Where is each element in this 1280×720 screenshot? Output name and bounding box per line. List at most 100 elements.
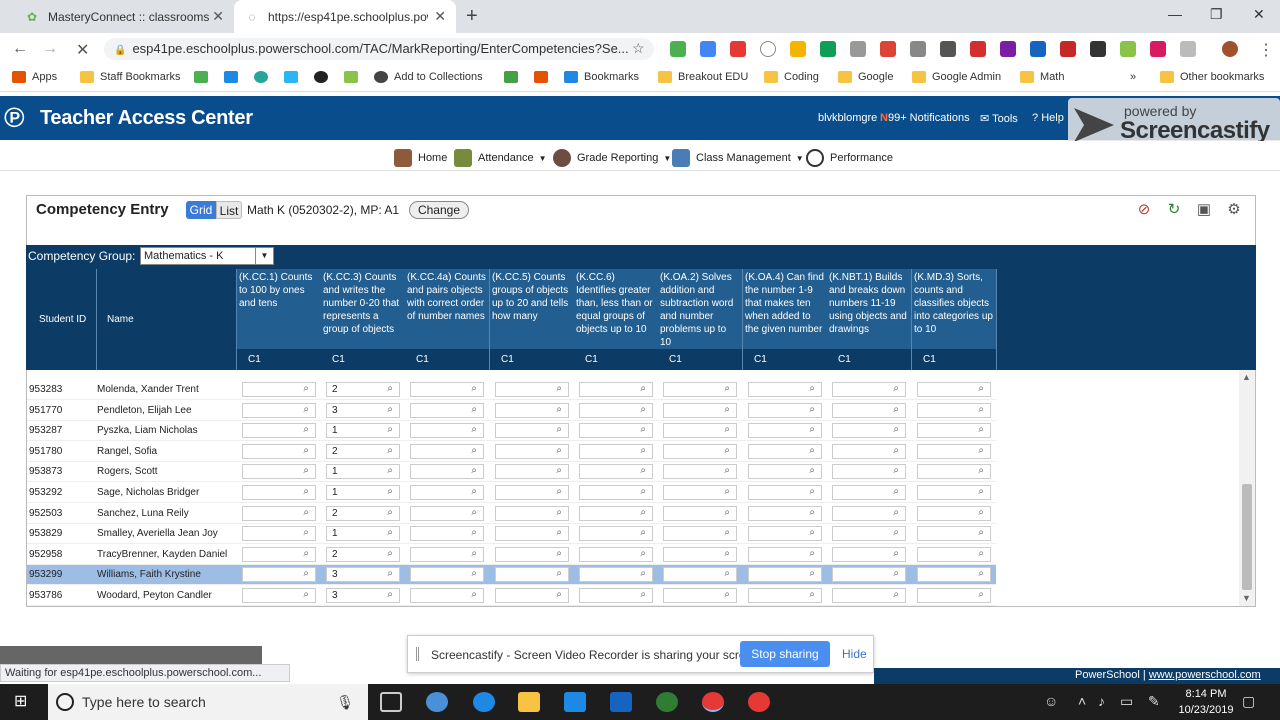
lookup-search-icon[interactable]: ⌕ xyxy=(640,507,646,518)
extension-icon[interactable] xyxy=(670,41,686,57)
bookmark-other[interactable]: Other bookmarks xyxy=(1160,71,1264,83)
close-window-icon[interactable]: ✕ xyxy=(1253,6,1265,23)
bookmark-breakout[interactable]: Breakout EDU xyxy=(658,71,748,83)
tools-link[interactable]: ✉ Tools xyxy=(980,112,1018,125)
score-input[interactable]: ⌕ xyxy=(663,588,737,603)
lookup-search-icon[interactable]: ⌕ xyxy=(724,548,730,559)
lookup-search-icon[interactable]: ⌕ xyxy=(556,424,562,435)
bookmark-bookmarks[interactable]: Bookmarks xyxy=(564,71,639,83)
lookup-search-icon[interactable]: ⌕ xyxy=(387,445,393,456)
score-input[interactable]: ⌕ xyxy=(579,588,653,603)
score-input[interactable]: ⌕ xyxy=(748,546,822,562)
menu-attendance[interactable]: Attendance ▼ xyxy=(454,149,547,167)
score-input[interactable]: ⌕ xyxy=(242,423,316,439)
score-input[interactable]: 3 ⌕ xyxy=(326,402,400,418)
lookup-search-icon[interactable]: ⌕ xyxy=(640,445,646,456)
score-input[interactable]: ⌕ xyxy=(663,505,737,521)
table-row[interactable]: 953829 Smalley, Averiella Jean Joy ⌕ 1 ⌕ ⌕ ⌕ ⌕ ⌕… xyxy=(27,524,996,545)
score-input[interactable]: ⌕ xyxy=(917,567,991,583)
change-button[interactable]: Change xyxy=(409,201,469,219)
tab-masteryconnect[interactable]: ✿ MasteryConnect :: classrooms ✕ xyxy=(14,0,234,33)
lookup-search-icon[interactable]: ⌕ xyxy=(893,486,899,497)
lookup-search-icon[interactable]: ⌕ xyxy=(724,424,730,435)
menu-performance[interactable]: Performance xyxy=(806,149,893,167)
lookup-search-icon[interactable]: ⌕ xyxy=(893,548,899,559)
score-input[interactable]: ⌕ xyxy=(410,567,484,583)
file-explorer-icon[interactable] xyxy=(518,692,540,712)
lookup-search-icon[interactable]: ⌕ xyxy=(724,507,730,518)
lookup-search-icon[interactable]: ⌕ xyxy=(471,465,477,476)
drag-handle-icon[interactable] xyxy=(416,647,419,661)
score-input[interactable]: ⌕ xyxy=(832,464,906,480)
score-input[interactable]: ⌕ xyxy=(663,546,737,562)
score-input[interactable]: ⌕ xyxy=(832,526,906,542)
score-input[interactable]: ⌕ xyxy=(579,382,653,397)
extension-icon[interactable] xyxy=(1060,41,1076,57)
lookup-search-icon[interactable]: ⌕ xyxy=(556,527,562,538)
lookup-search-icon[interactable]: ⌕ xyxy=(387,424,393,435)
score-input[interactable]: ⌕ xyxy=(832,505,906,521)
lookup-search-icon[interactable]: ⌕ xyxy=(978,548,984,559)
scrollbar-thumb[interactable] xyxy=(1242,484,1252,590)
score-input[interactable]: ⌕ xyxy=(748,485,822,500)
lookup-search-icon[interactable]: ⌕ xyxy=(724,465,730,476)
lookup-search-icon[interactable]: ⌕ xyxy=(471,383,477,394)
score-input[interactable]: ⌕ xyxy=(917,443,991,459)
score-input[interactable]: ⌕ xyxy=(410,505,484,521)
lookup-search-icon[interactable]: ⌕ xyxy=(556,465,562,476)
table-row[interactable]: 953292 Sage, Nicholas Bridger ⌕ 1 ⌕ ⌕ ⌕ ⌕ ⌕ ⌕ ⌕ ⌕ xyxy=(27,483,996,503)
menu-class-management[interactable]: Class Management ▼ xyxy=(672,149,804,167)
score-input[interactable]: 1 ⌕ xyxy=(326,423,400,439)
chrome-icon[interactable] xyxy=(748,692,770,712)
lookup-search-icon[interactable]: ⌕ xyxy=(303,527,309,538)
score-input[interactable]: ⌕ xyxy=(495,546,569,562)
bookmark-google-admin[interactable]: Google Admin xyxy=(912,71,1001,83)
score-input[interactable]: ⌕ xyxy=(495,567,569,583)
score-input[interactable]: ⌕ xyxy=(242,485,316,500)
tab-powerschool[interactable]: ◌ https://esp41pe.schoolplus.pow ✕ xyxy=(234,0,456,33)
table-row[interactable]: 952958 TracyBrenner, Kayden Daniel ⌕ 2 ⌕ ⌕ ⌕ ⌕ ⌕… xyxy=(27,545,996,565)
lookup-search-icon[interactable]: ⌕ xyxy=(978,383,984,394)
taskbar-clock[interactable]: 8:14 PM 10/23/2019 xyxy=(1176,686,1236,718)
task-view-icon[interactable] xyxy=(380,692,402,712)
hide-button[interactable]: Hide xyxy=(842,647,867,661)
menu-home[interactable]: Home xyxy=(394,149,447,167)
bookmark-icon-link[interactable] xyxy=(284,71,304,83)
save-icon[interactable]: ▣ xyxy=(1195,201,1213,219)
lookup-search-icon[interactable]: ⌕ xyxy=(893,424,899,435)
windows-start-icon[interactable]: ⊞ xyxy=(14,694,30,710)
lookup-search-icon[interactable]: ⌕ xyxy=(303,445,309,456)
lookup-search-icon[interactable]: ⌕ xyxy=(809,589,815,600)
score-input[interactable]: ⌕ xyxy=(495,588,569,603)
lookup-search-icon[interactable]: ⌕ xyxy=(303,404,309,415)
score-input[interactable]: ⌕ xyxy=(579,546,653,562)
lookup-search-icon[interactable]: ⌕ xyxy=(640,527,646,538)
lookup-search-icon[interactable]: ⌕ xyxy=(387,527,393,538)
score-input[interactable]: ⌕ xyxy=(579,464,653,480)
lookup-search-icon[interactable]: ⌕ xyxy=(471,486,477,497)
extension-icon[interactable] xyxy=(850,41,866,57)
notification-center-icon[interactable]: ▢ xyxy=(1242,693,1255,710)
battery-icon[interactable]: ▭ xyxy=(1120,693,1133,710)
lookup-search-icon[interactable]: ⌕ xyxy=(303,486,309,497)
back-icon[interactable]: ← xyxy=(12,40,28,58)
lookup-search-icon[interactable]: ⌕ xyxy=(893,465,899,476)
table-row[interactable]: 953873 Rogers, Scott ⌕ 1 ⌕ ⌕ ⌕ ⌕ ⌕ ⌕ ⌕ ⌕ xyxy=(27,462,996,483)
lookup-search-icon[interactable]: ⌕ xyxy=(303,589,309,600)
app-icon[interactable] xyxy=(656,692,678,712)
extension-icon[interactable] xyxy=(1000,41,1016,57)
extension-icon[interactable] xyxy=(730,41,746,57)
score-input[interactable]: ⌕ xyxy=(242,526,316,542)
screencastify-icon[interactable] xyxy=(1090,41,1106,57)
score-input[interactable]: ⌕ xyxy=(579,505,653,521)
score-input[interactable]: ⌕ xyxy=(410,546,484,562)
score-input[interactable]: ⌕ xyxy=(410,423,484,439)
lookup-search-icon[interactable]: ⌕ xyxy=(387,465,393,476)
bookmark-icon-link[interactable] xyxy=(344,71,364,83)
table-row[interactable]: 953287 Pyszka, Liam Nicholas ⌕ 1 ⌕ ⌕ ⌕ ⌕ ⌕ ⌕ ⌕ ⌕ xyxy=(27,421,996,442)
menu-kebab-icon[interactable]: ⋮ xyxy=(1258,40,1274,60)
lookup-search-icon[interactable]: ⌕ xyxy=(640,486,646,497)
lookup-search-icon[interactable]: ⌕ xyxy=(387,589,393,600)
score-input[interactable]: ⌕ xyxy=(832,546,906,562)
scroll-down-icon[interactable]: ▼ xyxy=(1242,593,1251,603)
